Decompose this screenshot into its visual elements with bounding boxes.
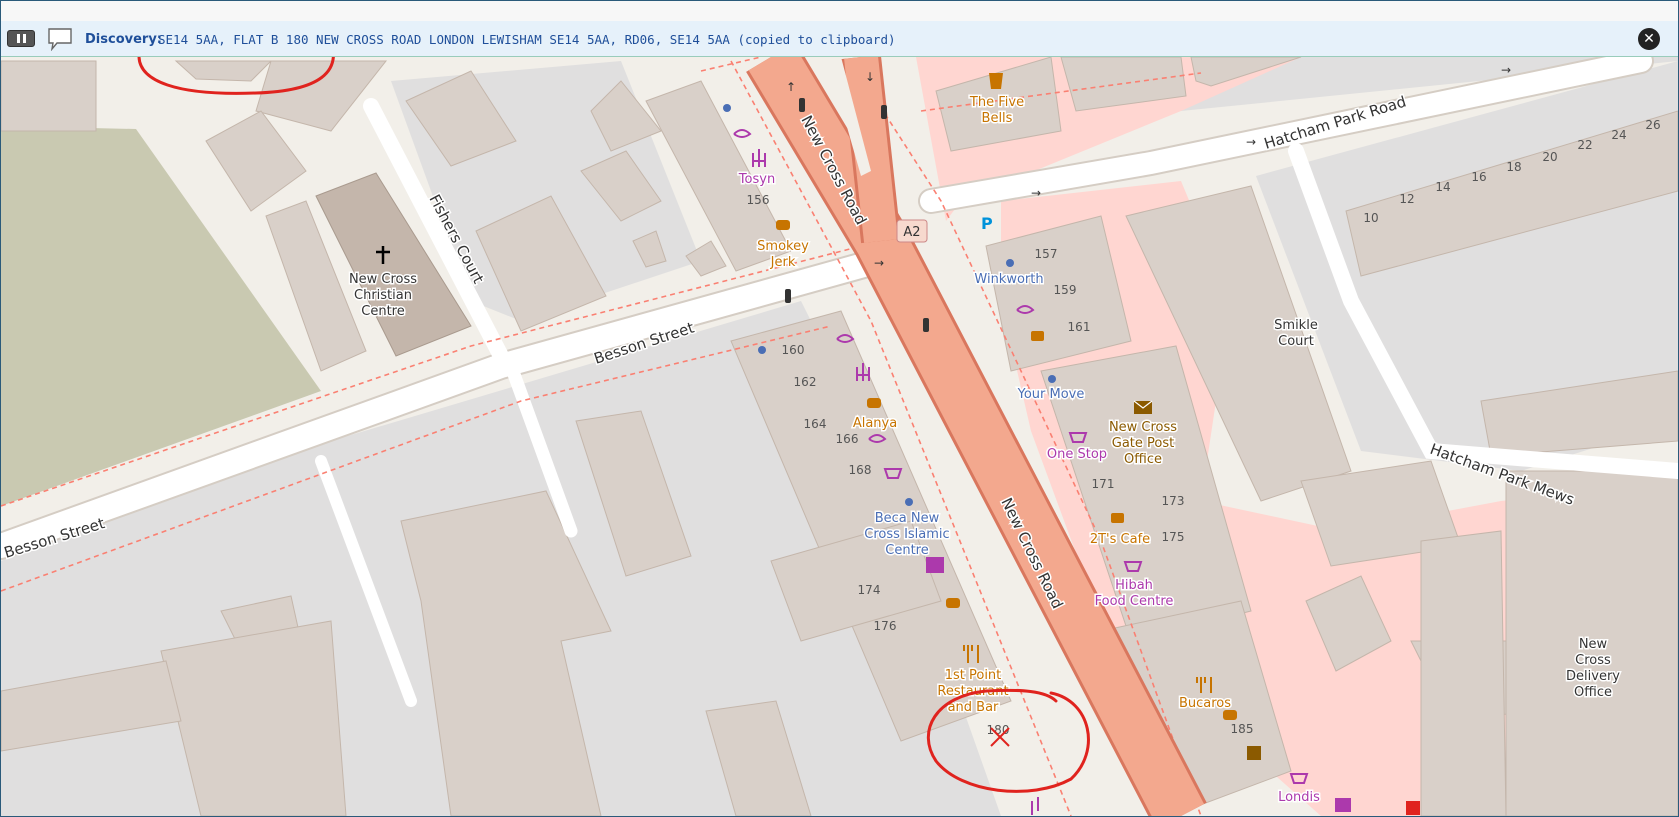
office-dot-icon	[758, 346, 766, 354]
svg-text:26: 26	[1645, 118, 1660, 132]
svg-text:173: 173	[1162, 494, 1185, 508]
svg-text:164: 164	[804, 417, 827, 431]
poi-bucaros: Bucaros	[1179, 696, 1231, 711]
svg-text:159: 159	[1054, 283, 1077, 297]
parking-bicycle-icon: P	[981, 214, 993, 233]
svg-text:16: 16	[1471, 170, 1486, 184]
pause-icon[interactable]	[7, 30, 35, 47]
svg-text:160: 160	[782, 343, 805, 357]
svg-text:22: 22	[1577, 138, 1592, 152]
map-canvas[interactable]: New Cross Road New Cross Road Hatcham Pa…	[1, 57, 1678, 816]
road-ref-a2: A2	[903, 225, 920, 240]
poi-winkworth: Winkworth	[974, 272, 1043, 287]
svg-text:P: P	[981, 214, 993, 233]
svg-text:→: →	[1031, 186, 1041, 200]
discovery-text[interactable]: SE14 5AA, FLAT B 180 NEW CROSS ROAD LOND…	[158, 32, 896, 47]
a2-shield: A2	[896, 219, 928, 243]
svg-text:185: 185	[1231, 722, 1254, 736]
office-dot-icon	[1048, 375, 1056, 383]
svg-text:→: →	[1501, 63, 1511, 77]
svg-text:12: 12	[1399, 192, 1414, 206]
map-viewer: Discovery: SE14 5AA, FLAT B 180 NEW CROS…	[0, 0, 1679, 817]
office-dot-icon	[1006, 259, 1014, 267]
svg-text:156: 156	[747, 193, 770, 207]
poi-one-stop: One Stop	[1047, 447, 1107, 462]
svg-text:↓: ↓	[865, 70, 875, 84]
discovery-label: Discovery:	[85, 32, 162, 47]
poi-twots-cafe: 2T's Cafe	[1090, 532, 1150, 547]
svg-text:20: 20	[1542, 150, 1557, 164]
poi-smikle-court: Smikle Court	[1274, 318, 1318, 349]
svg-text:162: 162	[794, 375, 817, 389]
svg-text:10: 10	[1363, 211, 1378, 225]
poi-londis: Londis	[1278, 790, 1320, 805]
svg-text:166: 166	[836, 432, 859, 446]
envelope-icon	[1133, 400, 1153, 414]
poi-your-move: Your Move	[1017, 387, 1085, 402]
svg-text:161: 161	[1068, 320, 1091, 334]
top-strip	[1, 1, 1678, 22]
poi-tosyn: Tosyn	[738, 172, 775, 187]
poi-alanya: Alanya	[853, 416, 897, 431]
svg-text:171: 171	[1092, 477, 1115, 491]
speech-bubble-icon[interactable]	[47, 27, 73, 51]
svg-text:18: 18	[1506, 160, 1521, 174]
svg-text:24: 24	[1611, 128, 1626, 142]
svg-text:→: →	[874, 256, 884, 270]
svg-text:168: 168	[849, 463, 872, 477]
svg-text:157: 157	[1035, 247, 1058, 261]
discovery-bar: Discovery: SE14 5AA, FLAT B 180 NEW CROS…	[1, 21, 1678, 57]
social-centre-icon	[926, 557, 944, 573]
svg-text:176: 176	[874, 619, 897, 633]
office-dot-icon	[723, 104, 731, 112]
svg-text:174: 174	[858, 583, 881, 597]
svg-text:175: 175	[1162, 530, 1185, 544]
svg-text:→: →	[1246, 135, 1256, 149]
close-icon[interactable]: ✕	[1638, 28, 1660, 50]
beer-icon	[989, 73, 1003, 89]
svg-text:↑: ↑	[786, 80, 796, 94]
office-dot-icon	[905, 498, 913, 506]
svg-text:14: 14	[1435, 180, 1450, 194]
